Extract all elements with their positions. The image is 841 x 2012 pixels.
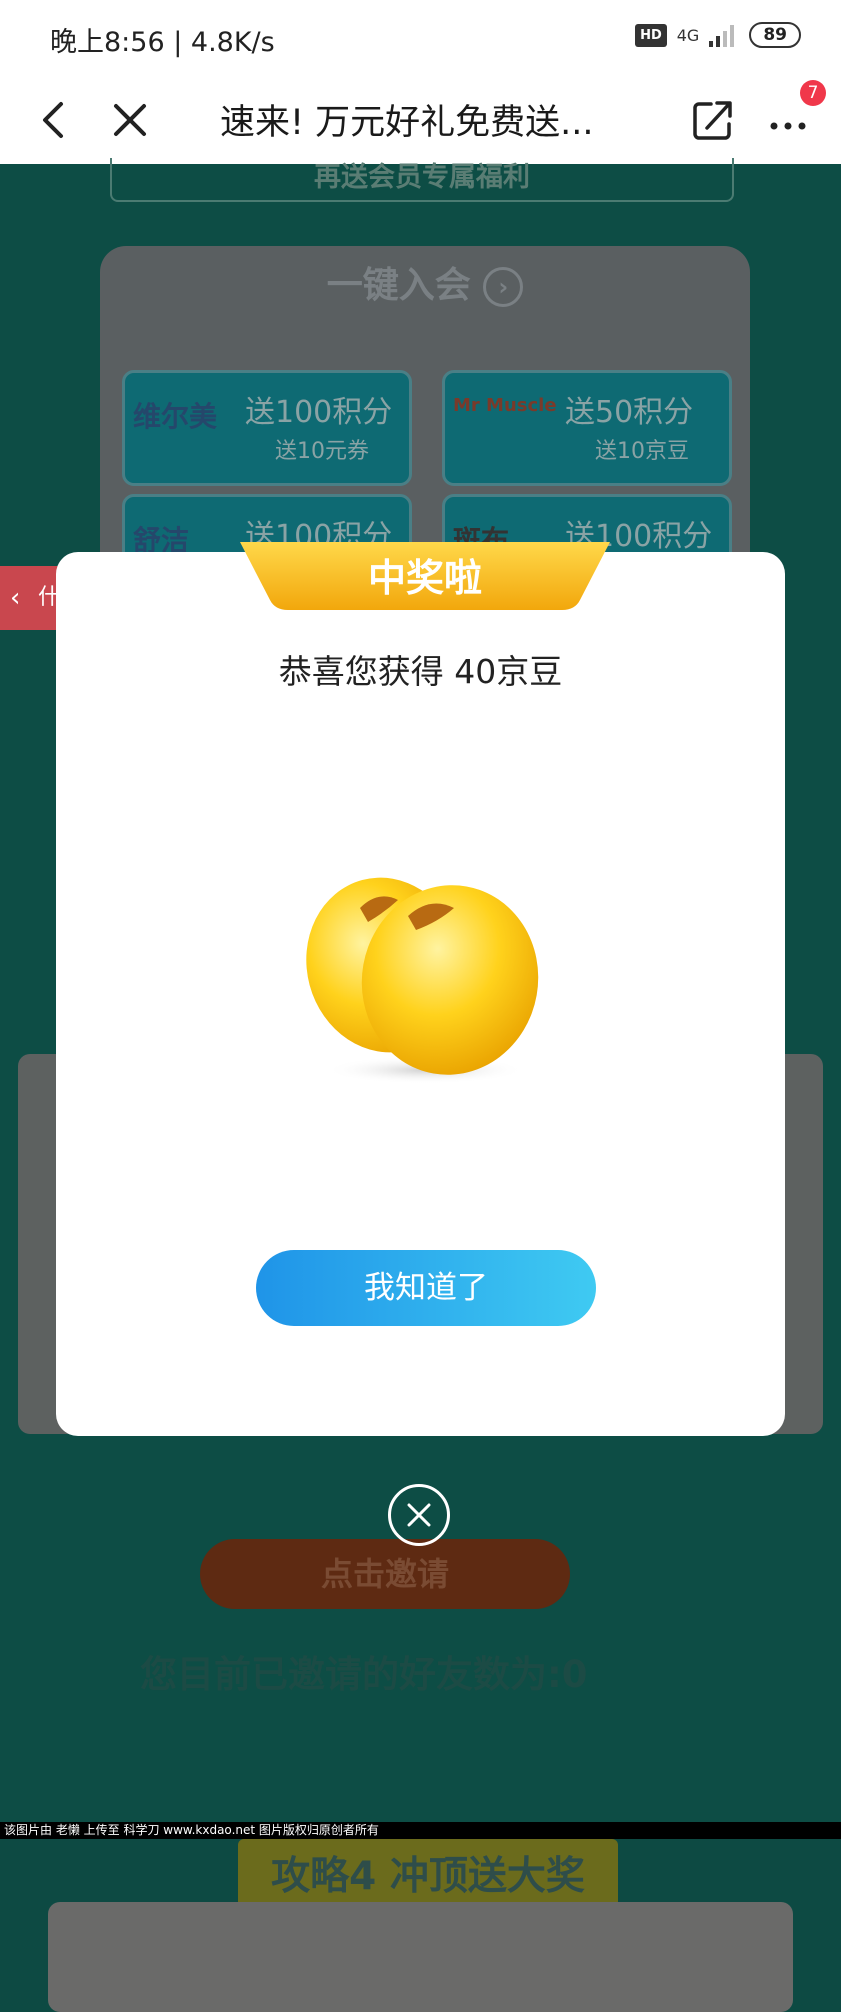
status-right: HD 4G 89 <box>635 22 801 48</box>
back-button[interactable] <box>25 90 85 150</box>
notification-badge: 7 <box>800 80 826 106</box>
page-title: 速来! 万元好礼免费送... <box>220 103 594 143</box>
status-bar: 晚上8:56 | 4.8K/s HD 4G 89 <box>0 0 841 76</box>
bg-top-banner: 再送会员专属福利 <box>110 158 734 202</box>
dialog-message: 恭喜您获得 40京豆 <box>278 652 563 691</box>
bg-card: 维尔美 送100积分 送10元券 <box>122 370 412 486</box>
got-it-button[interactable]: 我知道了 <box>256 1250 596 1326</box>
share-button[interactable] <box>683 90 743 150</box>
watermark-text: 该图片由 老懒 上传至 科学刀 www.kxdao.net 图片版权归原创者所有 <box>0 1822 841 1839</box>
battery-indicator: 89 <box>749 22 801 48</box>
circle-arrow-icon: › <box>483 267 524 307</box>
bg-card-brand: Mr Muscle <box>453 395 557 416</box>
close-icon <box>114 104 146 136</box>
status-time: 晚上8:56 | 4.8K/s <box>50 27 275 58</box>
bg-invite-count-label: 您目前已邀请的好友数为: <box>140 1653 562 1696</box>
bg-invite-count-value: 0 <box>561 1653 588 1696</box>
signal-icon <box>709 25 735 47</box>
bg-card-line2: 送10元券 <box>275 439 369 464</box>
close-page-button[interactable] <box>100 90 160 150</box>
bg-member-title: 一键入会 › <box>100 256 750 308</box>
bg-bottom-card <box>48 1902 793 2012</box>
share-icon <box>693 101 732 140</box>
bg-invite-count: 您目前已邀请的好友数为:0 <box>140 1644 588 1698</box>
dialog-title: 中奖啦 <box>367 556 482 600</box>
bg-member-title-text: 一键入会 <box>326 265 471 306</box>
hd-icon: HD <box>635 23 667 47</box>
close-dialog-button[interactable] <box>388 1484 450 1546</box>
jingdou-bean-icon <box>306 877 539 1084</box>
bg-card-line1: 送100积分 <box>245 395 393 430</box>
bg-card-line2: 送10京豆 <box>595 439 689 464</box>
bg-card-line1: 送50积分 <box>565 395 694 430</box>
chevron-left-icon <box>43 102 63 138</box>
bg-invite-button: 点击邀请 <box>200 1539 570 1609</box>
network-type: 4G <box>676 25 700 45</box>
chevron-left-icon: ‹ <box>10 583 21 613</box>
bg-card-brand: 维尔美 <box>133 400 218 433</box>
bg-card: Mr Muscle 送50积分 送10京豆 <box>442 370 732 486</box>
close-circle-icon <box>407 1503 431 1527</box>
nav-bar: 速来! 万元好礼免费送... <box>0 76 841 164</box>
